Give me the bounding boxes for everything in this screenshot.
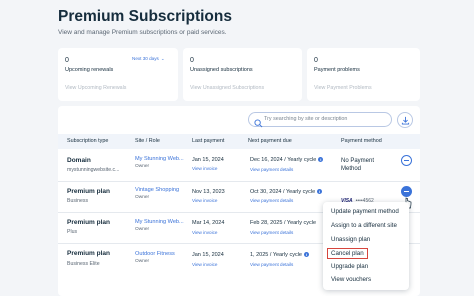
info-icon[interactable]: i — [303, 252, 309, 258]
next-payment-due: Feb 28, 2025 / Yearly cycle — [250, 220, 316, 226]
cancel-plan-item[interactable]: Cancel plan — [327, 248, 368, 259]
column-header: Last payment — [192, 138, 225, 144]
page-title: Premium Subscriptions — [58, 8, 232, 25]
payment-method: No Payment Method — [341, 158, 375, 172]
chevron-down-icon: ⌄ — [160, 56, 165, 61]
view-payment-details-link[interactable]: View payment details — [250, 198, 293, 203]
view-invoice-link[interactable]: View invoice — [192, 230, 217, 235]
next-payment-due: Dec 16, 2024 / Yearly cycle i — [250, 157, 324, 163]
next-payment-text: Feb 28, 2025 / Yearly cycle — [250, 220, 317, 226]
row-divider — [58, 181, 420, 182]
card-count: 0 — [314, 57, 318, 64]
card-label: Payment problems — [314, 67, 360, 73]
card-label: Upcoming renewals — [65, 67, 114, 73]
search-input[interactable]: Try searching by site or description — [248, 112, 392, 128]
role-label: Owner — [135, 227, 150, 232]
table-header: Subscription type Site / Role Last payme… — [58, 134, 420, 149]
subscription-type: Domain — [67, 157, 91, 164]
card-count: 0 — [65, 57, 69, 64]
site-link[interactable]: Vintage Shopping — [135, 187, 179, 193]
last-payment-date: Jan 15, 2024 — [192, 157, 224, 163]
last-payment-date: Jan 15, 2024 — [192, 252, 224, 258]
subscription-type: Premium plan — [67, 219, 110, 226]
role-label: Owner — [135, 195, 150, 200]
view-payment-problems-link[interactable]: View Payment Problems — [314, 85, 372, 91]
next-payment-due: Oct 30, 2024 / Yearly cycle i — [250, 189, 323, 195]
unassign-plan-item[interactable]: Unassign plan — [331, 236, 370, 243]
view-invoice-link[interactable]: View invoice — [192, 262, 217, 267]
more-actions-icon — [404, 160, 409, 161]
next-payment-text: Dec 16, 2024 / Yearly cycle — [250, 157, 317, 163]
subscription-detail: Business — [67, 198, 89, 204]
row-actions-menu: Update payment method Assign to a differ… — [323, 202, 409, 290]
view-unassigned-subscriptions-link[interactable]: View Unassigned Subscriptions — [190, 85, 264, 91]
search-icon — [254, 115, 263, 133]
subscription-type: Premium plan — [67, 188, 110, 195]
page-subtitle: View and manage Premium subscriptions or… — [58, 29, 227, 36]
subscription-detail: Business Elite — [67, 261, 100, 267]
info-icon[interactable]: i — [317, 189, 323, 195]
view-vouchers-item[interactable]: View vouchers — [331, 276, 371, 283]
view-payment-details-link[interactable]: View payment details — [250, 167, 293, 172]
column-header: Subscription type — [67, 138, 109, 144]
site-link[interactable]: My Stunning Web... — [135, 219, 184, 225]
next-payment-text: Oct 30, 2024 / Yearly cycle — [250, 189, 316, 195]
download-icon — [401, 116, 410, 125]
subscription-detail: mystunningwebsite.c... — [67, 167, 120, 173]
view-payment-details-link[interactable]: View payment details — [250, 262, 293, 267]
card-label: Unassigned subscriptions — [190, 67, 253, 73]
assign-to-different-site-item[interactable]: Assign to a different site — [331, 222, 397, 229]
card-count: 0 — [190, 57, 194, 64]
subscription-detail: Plus — [67, 229, 78, 235]
search-placeholder: Try searching by site or description — [264, 116, 348, 122]
more-actions-icon — [404, 191, 409, 192]
last-payment-date: Mar 14, 2024 — [192, 220, 225, 226]
last-payment-date: Nov 13, 2023 — [192, 189, 225, 195]
info-icon[interactable]: i — [318, 157, 324, 163]
site-link[interactable]: My Stunning Web... — [135, 156, 184, 162]
view-invoice-link[interactable]: View invoice — [192, 166, 217, 171]
payment-problems-card: 0 Payment problems View Payment Problems — [307, 48, 420, 101]
unassigned-subscriptions-card: 0 Unassigned subscriptions View Unassign… — [183, 48, 302, 101]
subscription-type: Premium plan — [67, 250, 110, 257]
view-invoice-link[interactable]: View invoice — [192, 198, 217, 203]
next-payment-due: 1, 2025 / Yearly cycle i — [250, 252, 309, 258]
more-actions-button[interactable] — [401, 155, 412, 166]
next-payment-text: 1, 2025 / Yearly cycle — [250, 252, 302, 258]
role-label: Owner — [135, 259, 150, 264]
column-header: Payment method — [341, 138, 382, 144]
update-payment-method-item[interactable]: Update payment method — [331, 208, 399, 215]
download-button[interactable] — [397, 112, 413, 128]
upcoming-renewals-card: 0 Upcoming renewals Next 30 days ⌄ View U… — [58, 48, 178, 101]
site-link[interactable]: Outdoor Fitness — [135, 251, 175, 257]
role-label: Owner — [135, 164, 150, 169]
column-header: Site / Role — [135, 138, 160, 144]
view-upcoming-renewals-link[interactable]: View Upcoming Renewals — [65, 85, 126, 91]
renewals-period-dropdown[interactable]: Next 30 days ⌄ — [132, 56, 165, 62]
column-header: Next payment due — [248, 138, 292, 144]
dropdown-label: Next 30 days — [132, 56, 159, 61]
view-payment-details-link[interactable]: View payment details — [250, 230, 293, 235]
upgrade-plan-item[interactable]: Upgrade plan — [331, 263, 368, 270]
